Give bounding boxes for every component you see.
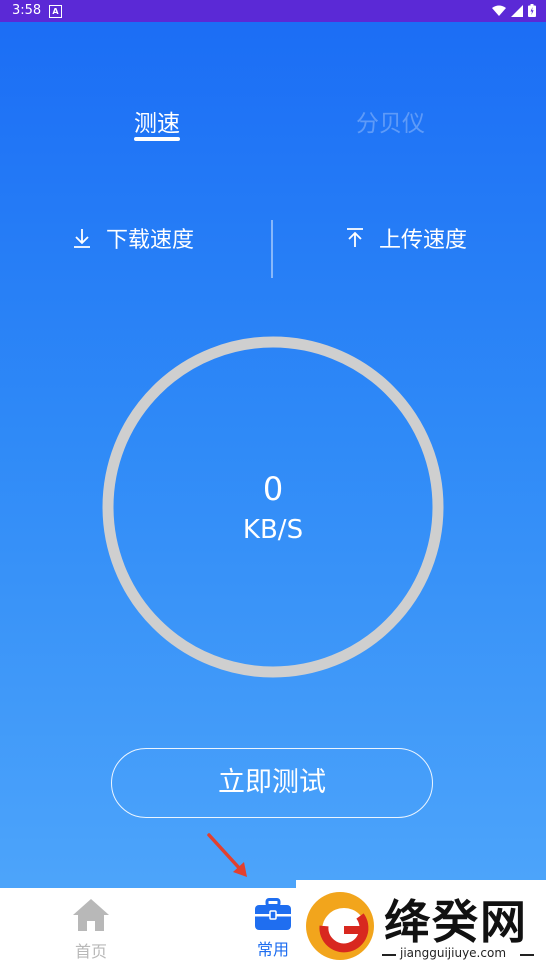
upload-speed-label: 上传速度: [379, 228, 468, 253]
speed-unit: KB/S: [242, 515, 304, 545]
nav-home[interactable]: 首页: [51, 898, 131, 962]
system-icons: [492, 4, 536, 17]
download-speed-label: 下载速度: [106, 228, 195, 253]
toolbox-icon: [255, 898, 291, 930]
download-speed-option[interactable]: 下载速度: [72, 222, 194, 254]
active-tab-indicator: [134, 137, 180, 141]
site-watermark: 绛癸网 jiangguijiuye.com: [296, 880, 546, 970]
watermark-rule-left: [382, 954, 396, 956]
upload-speed-option[interactable]: 上传速度: [345, 222, 467, 254]
speed-value: 0: [262, 470, 284, 508]
watermark-url: jiangguijiuye.com: [400, 946, 507, 960]
status-time: 3:58: [12, 3, 42, 18]
download-arrow-icon: [74, 229, 90, 248]
nav-home-label: 首页: [74, 942, 107, 961]
wifi-icon: [492, 5, 506, 16]
signal-icon: [511, 4, 523, 17]
watermark-rule-right: [520, 954, 534, 956]
annotation-arrow-icon: [207, 833, 247, 877]
mode-divider: [271, 220, 273, 278]
status-bar: 3:58 A: [0, 0, 546, 22]
watermark-logo-icon: [306, 892, 374, 960]
watermark-brand: 绛癸网: [384, 895, 528, 949]
tab-decibel-meter[interactable]: 分贝仪: [356, 104, 425, 138]
home-icon: [73, 899, 109, 931]
upload-arrow-icon: [347, 228, 363, 247]
tab-bar: 测速 分贝仪: [0, 100, 546, 150]
battery-icon: [528, 4, 536, 17]
notification-icon: A: [49, 5, 62, 18]
start-test-button[interactable]: 立即测试: [111, 748, 433, 818]
tab-speed-test[interactable]: 测速: [134, 104, 180, 138]
